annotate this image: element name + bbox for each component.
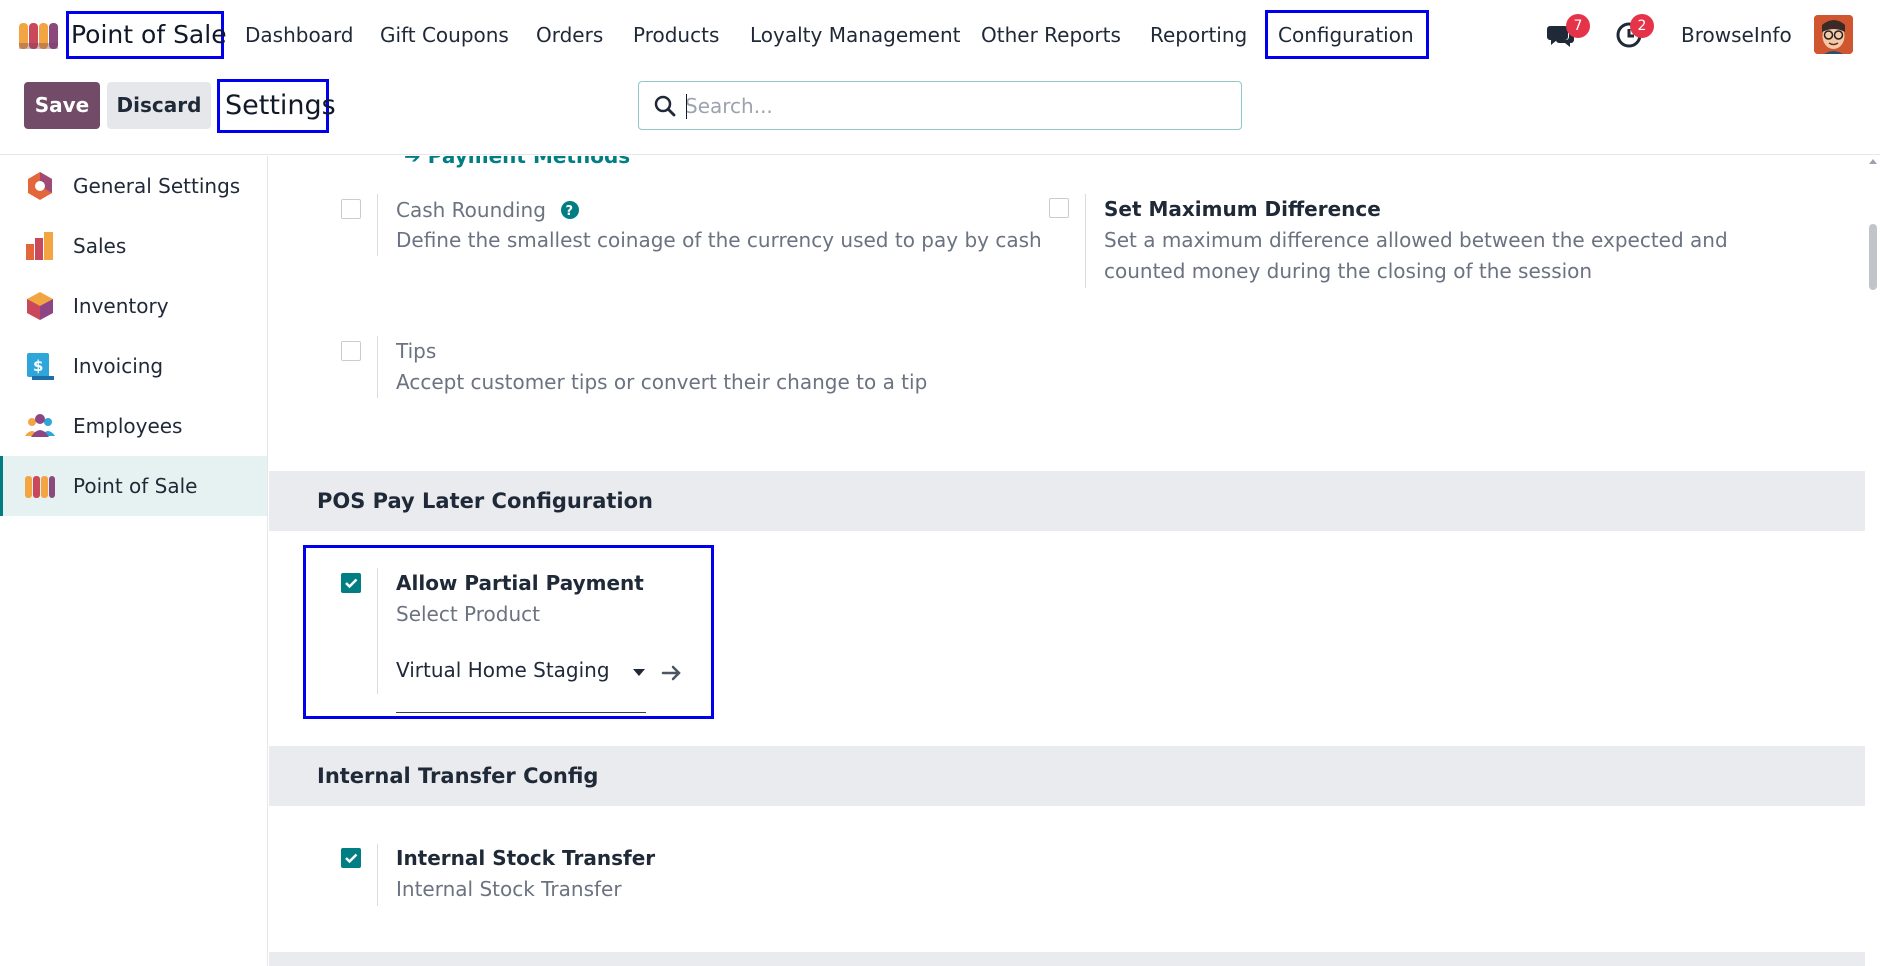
divider [377,844,378,906]
nav-brand[interactable]: Point of Sale [71,0,227,70]
payment-methods-link[interactable]: ➔ Payment Methods [404,156,630,168]
tips-checkbox[interactable] [341,341,361,361]
tips-desc: Accept customer tips or convert their ch… [396,370,928,394]
arrow-right-icon: ➔ [404,156,428,168]
svg-text:?: ? [566,204,574,219]
sidebar-item-label: Point of Sale [73,474,198,498]
cash-rounding-checkbox[interactable] [341,199,361,219]
scroll-up-icon[interactable] [1869,158,1877,164]
sidebar-item-inventory[interactable]: Inventory [0,276,267,336]
control-panel: Save Discard Settings [0,70,1880,155]
inventory-icon [27,292,53,320]
page-title: Settings [217,79,336,133]
text-caret [686,94,687,119]
discard-button[interactable]: Discard [107,82,211,129]
sidebar-item-label: Sales [73,234,127,258]
internal-transfer-section-title: Internal Transfer Config [317,764,599,788]
partial-payment-title: Allow Partial Payment [396,571,644,595]
scrollbar-thumb[interactable] [1869,224,1877,290]
point-of-sale-app-icon[interactable] [18,19,60,51]
partial-payment-checkbox[interactable] [341,573,361,593]
avatar-face-icon [1814,15,1853,54]
max-difference-checkbox[interactable] [1049,198,1069,218]
payment-methods-label: Payment Methods [427,156,631,168]
nav-orders[interactable]: Orders [536,0,603,70]
cash-rounding-title: Cash Rounding ? [396,197,580,222]
internal-stock-title: Internal Stock Transfer [396,846,656,870]
sidebar-item-label: Employees [73,414,183,438]
nav-products[interactable]: Products [633,0,719,70]
help-icon[interactable]: ? [560,200,580,220]
pay-later-section-title: POS Pay Later Configuration [317,489,654,513]
checkmark-icon [345,853,358,864]
partial-payment-desc: Select Product [396,602,540,626]
invoicing-icon: $ [27,353,54,380]
point-of-sale-icon [25,476,55,498]
max-difference-desc-line1: Set a maximum difference allowed between… [1104,228,1728,252]
section-header: POS Pay Later Configuration [269,471,1865,531]
user-avatar[interactable] [1814,15,1853,54]
sidebar-item-general-settings[interactable]: General Settings [0,156,267,216]
sidebar-item-label: Inventory [73,294,169,318]
sidebar-item-employees[interactable]: Employees [0,396,267,456]
nav-other-reports[interactable]: Other Reports [981,0,1121,70]
sales-icon [26,232,53,260]
search-input[interactable] [685,90,1225,122]
internal-link-arrow-icon[interactable] [661,662,683,684]
section-header [269,952,1865,966]
divider [377,194,378,256]
nav-configuration[interactable]: Configuration [1278,0,1414,70]
select-underline [396,712,646,713]
settings-content: ➔ Payment Methods Cash Rounding ? Define… [269,156,1865,966]
sidebar-item-point-of-sale[interactable]: Point of Sale [0,456,267,516]
cash-rounding-label: Cash Rounding [396,198,546,222]
divider [377,336,378,398]
max-difference-title: Set Maximum Difference [1104,197,1381,221]
internal-stock-checkbox[interactable] [341,848,361,868]
sidebar-item-sales[interactable]: Sales [0,216,267,276]
product-select[interactable]: Virtual Home Staging [396,658,610,682]
max-difference-desc-line2: counted money during the closing of the … [1104,259,1593,283]
checkmark-icon [345,578,358,589]
nav-reporting[interactable]: Reporting [1150,0,1247,70]
sidebar-item-label: General Settings [73,174,241,198]
search-icon [654,95,676,117]
nav-dashboard[interactable]: Dashboard [245,0,354,70]
activities-badge: 2 [1630,14,1654,38]
nav-gift-coupons[interactable]: Gift Coupons [380,0,509,70]
top-navbar: Point of Sale Dashboard Gift Coupons Ord… [0,0,1880,70]
nav-loyalty-management[interactable]: Loyalty Management [750,0,960,70]
product-select-value: Virtual Home Staging [396,658,610,682]
chevron-down-icon[interactable] [633,669,645,677]
sidebar-item-invoicing[interactable]: $ Invoicing [0,336,267,396]
divider [377,568,378,694]
divider [1085,194,1086,288]
settings-sidebar: General Settings Sales Inventory $ Invoi… [0,156,268,966]
search-box[interactable] [638,81,1242,130]
general-settings-icon [28,172,52,200]
messages-badge: 7 [1566,14,1590,38]
company-switcher[interactable]: BrowseInfo [1681,0,1792,70]
sidebar-item-label: Invoicing [73,354,164,378]
cash-rounding-desc: Define the smallest coinage of the curre… [396,228,1042,252]
section-header: Internal Transfer Config [269,746,1865,806]
save-button[interactable]: Save [24,82,100,129]
svg-text:$: $ [33,357,43,375]
internal-stock-desc: Internal Stock Transfer [396,877,622,901]
scrollbar[interactable] [1866,156,1880,966]
employees-icon [25,414,55,437]
tips-title: Tips [396,339,437,363]
